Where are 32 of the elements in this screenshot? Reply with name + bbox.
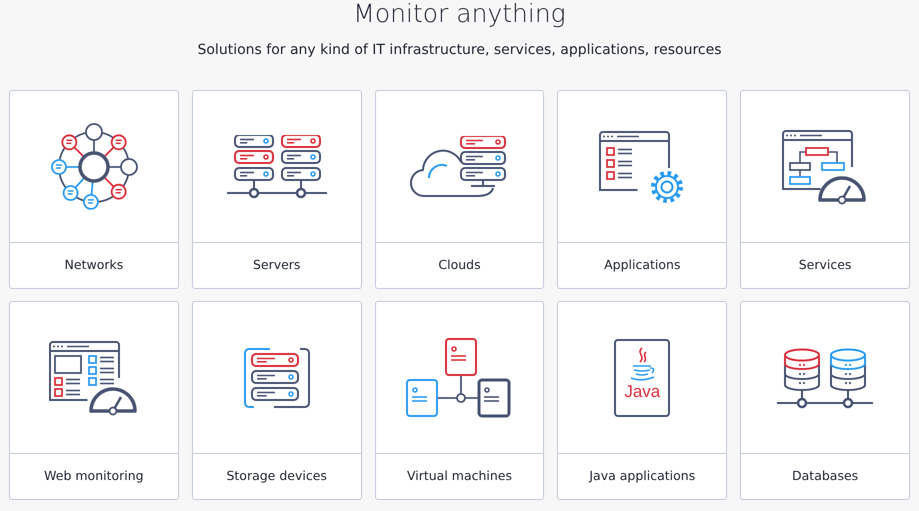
card-label: Virtual machines [406, 467, 512, 486]
card-label: Applications [604, 256, 680, 274]
network-diagram-icon [48, 122, 139, 212]
category-card[interactable]: Applications [557, 90, 728, 289]
app-window-gear-icon [599, 130, 686, 204]
card-label: Java applications [589, 467, 696, 486]
category-card[interactable]: Services [740, 90, 910, 289]
steaming-cup-icon [628, 346, 656, 382]
category-card[interactable]: Databases [740, 301, 910, 500]
category-card[interactable]: Java Java applications [557, 301, 728, 500]
category-card[interactable]: Storage devices [192, 301, 362, 500]
category-card[interactable]: Networks [9, 90, 179, 289]
category-card[interactable]: Clouds [374, 90, 544, 289]
flowchart-gauge-icon [782, 128, 868, 204]
card-label: Services [798, 256, 852, 274]
card-label: Clouds [438, 256, 481, 274]
web-page-gauge-icon [48, 340, 139, 416]
page-heading: Monitor anything [353, 0, 566, 28]
database-cylinders-icon [777, 346, 874, 408]
page-subheading: Solutions for any kind of IT infrastructure, services, applications, resources [197, 41, 722, 60]
linked-boxes-icon [406, 338, 512, 418]
card-label: Networks [64, 256, 124, 274]
storage-rack-icon [244, 348, 310, 408]
card-label: Databases [792, 467, 858, 486]
card-label: Servers [252, 256, 300, 274]
logo-text: Java [624, 382, 660, 400]
card-label: Storage devices [226, 467, 327, 486]
category-card[interactable]: Web monitoring [9, 301, 179, 500]
category-card[interactable]: Virtual machines [374, 301, 544, 500]
server-racks-icon [226, 134, 327, 198]
category-card[interactable]: Servers [192, 90, 362, 289]
card-label: Web monitoring [44, 467, 144, 486]
